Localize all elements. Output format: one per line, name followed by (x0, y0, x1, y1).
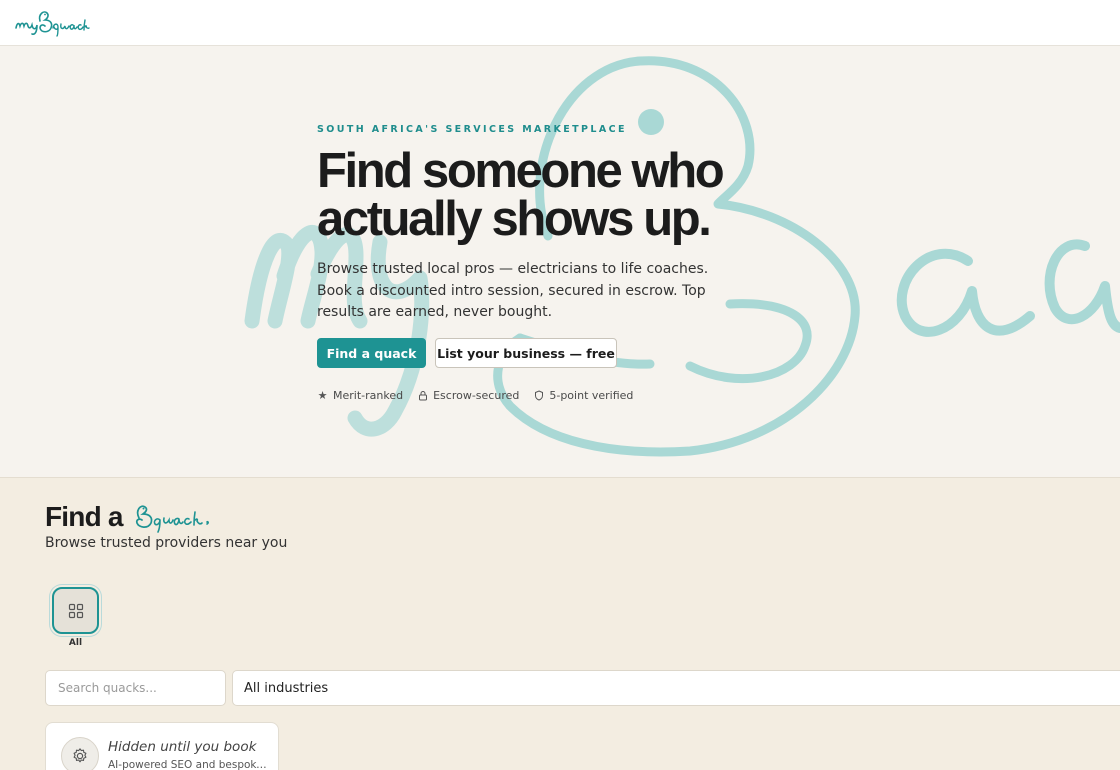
badge-merit-ranked: ★ Merit-ranked (317, 389, 404, 402)
badge-label: 5-point verified (549, 389, 634, 402)
top-navigation-bar (0, 0, 1120, 46)
grid-icon (68, 603, 83, 618)
category-all-label: All (68, 638, 83, 648)
shield-icon (533, 390, 544, 401)
category-all-button[interactable] (52, 587, 99, 634)
find-title-prefix: Find a (45, 501, 123, 532)
provider-avatar (61, 737, 99, 770)
myquack-logo[interactable] (14, 6, 90, 38)
provider-card-title: Hidden until you book (108, 739, 257, 755)
list-your-business-button[interactable]: List your business — free (435, 338, 617, 368)
gear-icon (73, 748, 87, 763)
quack-logo-icon (135, 505, 209, 533)
badge-escrow-secured: Escrow-secured (417, 389, 519, 402)
hero-cta-group: Find a quack List your business — free (317, 338, 617, 368)
find-section-subtitle: Browse trusted providers near you (45, 535, 288, 551)
myquack-logo-icon (15, 11, 90, 37)
hero-eyebrow: SOUTH AFRICA'S SERVICES MARKETPLACE (317, 124, 627, 135)
find-a-quack-button[interactable]: Find a quack (317, 338, 426, 368)
industry-select-value: All industries (244, 680, 329, 696)
badge-label: Merit-ranked (333, 389, 404, 402)
industry-select[interactable]: All industries (232, 670, 1120, 706)
star-icon: ★ (317, 389, 328, 402)
headline-line-2: actually shows up. (317, 192, 712, 246)
hero-content: SOUTH AFRICA'S SERVICES MARKETPLACE Find… (317, 124, 757, 402)
badge-verified: 5-point verified (533, 389, 633, 402)
hero-description: Browse trusted local pros — electricians… (317, 261, 709, 320)
hero-headline: Find someone who actually shows up. (317, 144, 757, 246)
find-section-title: Find a (45, 500, 217, 534)
lock-icon (417, 390, 428, 401)
headline-line-1: Find someone who (317, 144, 725, 198)
badge-label: Escrow-secured (433, 389, 520, 402)
provider-card[interactable]: Hidden until you book AI-powered SEO and… (45, 722, 279, 770)
provider-card-description: AI-powered SEO and bespoke... (108, 759, 268, 770)
hero-section: SOUTH AFRICA'S SERVICES MARKETPLACE Find… (0, 46, 1120, 478)
trust-badges: ★ Merit-ranked Escrow-secured 5-point ve… (317, 389, 634, 402)
search-quacks-input[interactable] (45, 670, 226, 706)
